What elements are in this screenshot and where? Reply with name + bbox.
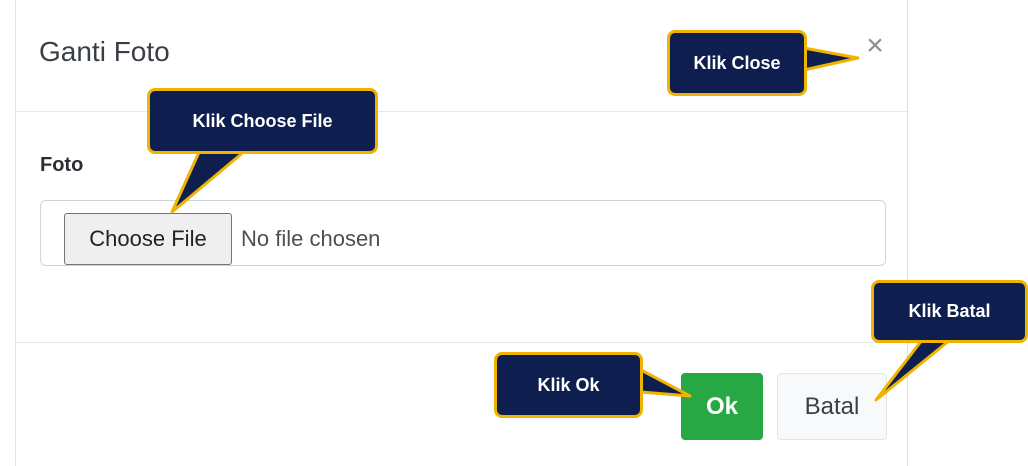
modal-title: Ganti Foto: [39, 36, 170, 67]
file-status-text: No file chosen: [241, 226, 381, 251]
close-button[interactable]: ×: [864, 31, 886, 61]
modal-footer: Ok Batal: [16, 342, 907, 466]
callout-ok: Klik Ok: [494, 352, 643, 418]
choose-file-button[interactable]: Choose File: [64, 213, 232, 265]
callout-batal: Klik Batal: [871, 280, 1028, 343]
cancel-button[interactable]: Batal: [777, 373, 887, 440]
callout-close: Klik Close: [667, 30, 807, 96]
callout-choose-file: Klik Choose File: [147, 88, 378, 154]
stage: Ganti Foto × Foto Choose File No file ch…: [0, 0, 1028, 466]
photo-field-label: Foto: [40, 154, 84, 176]
ok-button[interactable]: Ok: [681, 373, 763, 440]
file-input[interactable]: Choose File No file chosen: [40, 200, 886, 266]
